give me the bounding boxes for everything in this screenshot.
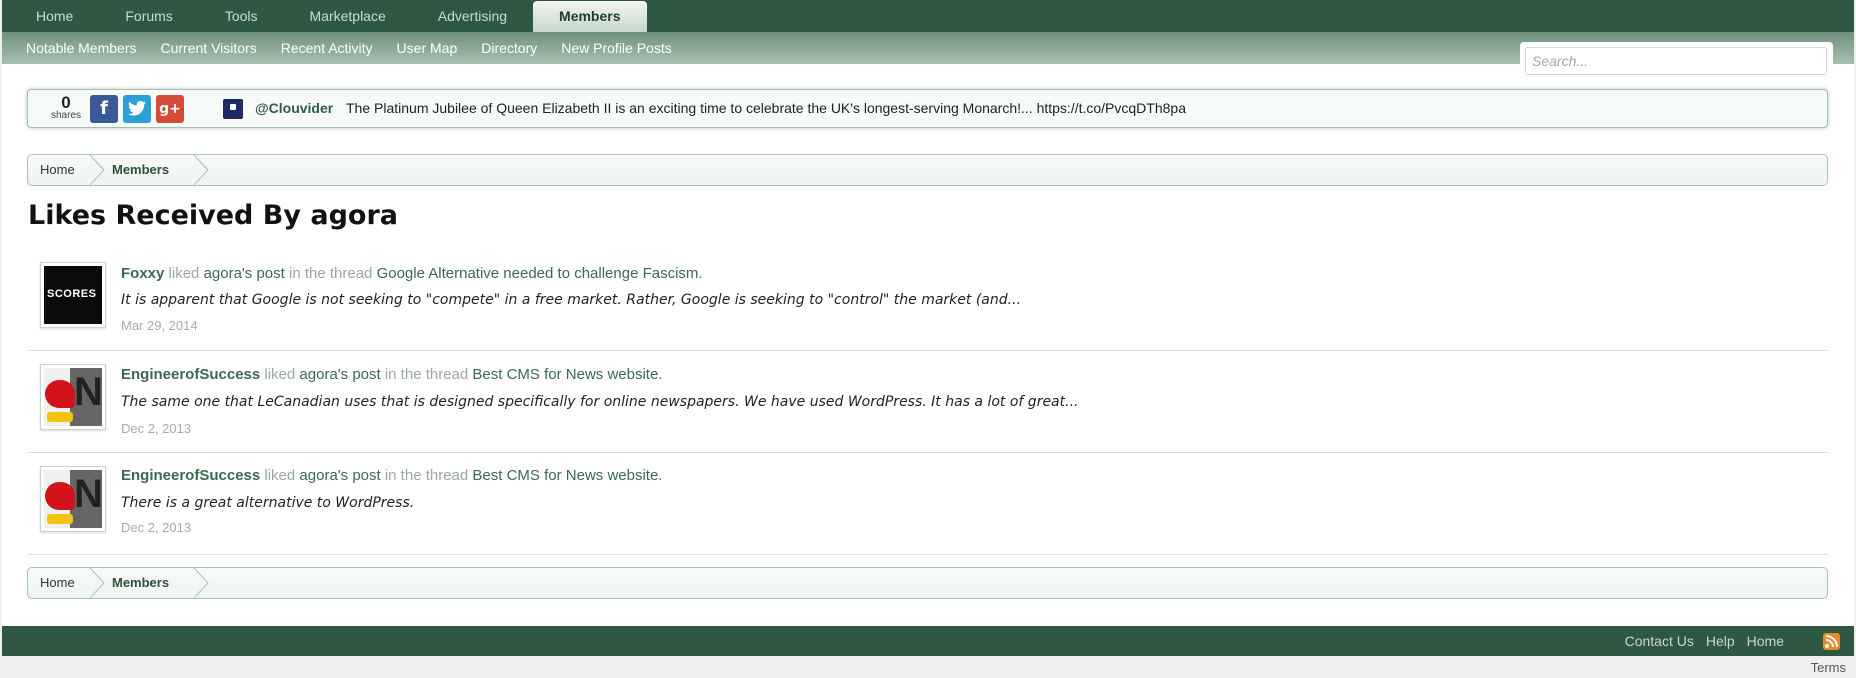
- liked-text: liked: [168, 265, 200, 282]
- subnav-recent-activity[interactable]: Recent Activity: [269, 32, 385, 64]
- rss-icon[interactable]: [1823, 633, 1840, 650]
- post-snippet: There is a great alternative to WordPres…: [121, 495, 415, 511]
- breadcrumb: Home Members: [27, 567, 1828, 599]
- share-count-label: shares: [50, 110, 81, 121]
- post-link[interactable]: agora's post: [299, 467, 380, 484]
- like-summary: Foxxy liked agora's post in the thread G…: [121, 265, 703, 282]
- share-bar: 0 shares f g+ @Clouvider The Platinum Ju…: [27, 89, 1828, 128]
- breadcrumb-home[interactable]: Home: [28, 568, 94, 598]
- avatar[interactable]: N: [40, 466, 106, 532]
- i-love-ny-avatar: N: [44, 368, 102, 426]
- list-item: SCORES Foxxy liked agora's post in the t…: [28, 254, 1827, 351]
- rss-glyph: [1825, 635, 1838, 648]
- post-snippet: It is apparent that Google is not seekin…: [121, 292, 1021, 308]
- in-thread-text: in the thread: [384, 366, 469, 383]
- subnav-notable-members[interactable]: Notable Members: [14, 32, 149, 64]
- footer-home[interactable]: Home: [1741, 626, 1790, 656]
- page-title: Likes Received By agora: [28, 200, 398, 231]
- main-navbar: Home Forums Tools Marketplace Advertisin…: [2, 0, 1854, 32]
- thread-link[interactable]: Best CMS for News website.: [472, 366, 662, 383]
- tab-forums[interactable]: Forums: [99, 0, 198, 32]
- avatar[interactable]: SCORES: [40, 262, 106, 328]
- share-counter: 0 shares: [48, 93, 84, 121]
- tweet-text: The Platinum Jubilee of Queen Elizabeth …: [346, 100, 1186, 116]
- tab-home[interactable]: Home: [10, 0, 99, 32]
- breadcrumb-home[interactable]: Home: [28, 155, 94, 185]
- post-snippet: The same one that LeCanadian uses that i…: [121, 394, 1079, 410]
- breadcrumb-separator: [194, 568, 209, 598]
- subnav-user-map[interactable]: User Map: [385, 32, 470, 64]
- tab-tools[interactable]: Tools: [199, 0, 284, 32]
- facebook-icon[interactable]: f: [90, 95, 118, 123]
- like-summary: EngineerofSuccess liked agora's post in …: [121, 366, 662, 383]
- tab-marketplace[interactable]: Marketplace: [284, 0, 412, 32]
- scores-avatar: SCORES: [44, 266, 102, 324]
- list-item: N EngineerofSuccess liked agora's post i…: [28, 453, 1827, 555]
- twitter-icon[interactable]: [123, 95, 151, 123]
- breadcrumb-members[interactable]: Members: [98, 568, 188, 598]
- list-item: N EngineerofSuccess liked agora's post i…: [28, 351, 1827, 453]
- like-user[interactable]: Foxxy: [121, 265, 164, 282]
- subnav-new-profile-posts[interactable]: New Profile Posts: [549, 32, 683, 64]
- footer-help[interactable]: Help: [1700, 626, 1741, 656]
- like-user[interactable]: EngineerofSuccess: [121, 467, 260, 484]
- subnav-items: Notable Members Current Visitors Recent …: [14, 32, 684, 64]
- post-link[interactable]: agora's post: [204, 265, 285, 282]
- search-input[interactable]: [1525, 47, 1827, 75]
- breadcrumb: Home Members: [27, 154, 1828, 186]
- breadcrumb-members[interactable]: Members: [98, 155, 188, 185]
- thread-link[interactable]: Best CMS for News website.: [472, 467, 662, 484]
- tab-members[interactable]: Members: [533, 1, 647, 32]
- footer-links: Contact Us Help Home: [1619, 626, 1790, 656]
- footer-terms[interactable]: Terms: [1811, 660, 1846, 675]
- share-count: 0: [61, 93, 71, 112]
- like-summary: EngineerofSuccess liked agora's post in …: [121, 467, 662, 484]
- i-love-ny-avatar: N: [44, 470, 102, 528]
- footer-bar: Contact Us Help Home: [2, 626, 1854, 656]
- like-user[interactable]: EngineerofSuccess: [121, 366, 260, 383]
- clouvider-avatar[interactable]: [223, 99, 243, 119]
- liked-text: liked: [264, 467, 296, 484]
- twitter-bird-glyph: [128, 100, 146, 116]
- footer-contact-us[interactable]: Contact Us: [1619, 626, 1700, 656]
- in-thread-text: in the thread: [384, 467, 469, 484]
- tweet-handle[interactable]: @Clouvider: [255, 100, 333, 116]
- like-date[interactable]: Mar 29, 2014: [121, 318, 198, 333]
- search-box: [1520, 42, 1833, 78]
- breadcrumb-separator: [194, 155, 209, 185]
- in-thread-text: in the thread: [288, 265, 373, 282]
- like-date[interactable]: Dec 2, 2013: [121, 421, 191, 436]
- post-link[interactable]: agora's post: [299, 366, 380, 383]
- google-plus-icon[interactable]: g+: [156, 95, 184, 123]
- thread-link[interactable]: Google Alternative needed to challenge F…: [377, 265, 703, 282]
- subnav-directory[interactable]: Directory: [469, 32, 549, 64]
- avatar[interactable]: N: [40, 364, 106, 430]
- liked-text: liked: [264, 366, 296, 383]
- like-date[interactable]: Dec 2, 2013: [121, 520, 191, 535]
- tab-advertising[interactable]: Advertising: [412, 0, 533, 32]
- subnav-current-visitors[interactable]: Current Visitors: [149, 32, 269, 64]
- nav-tabs: Home Forums Tools Marketplace Advertisin…: [10, 0, 647, 32]
